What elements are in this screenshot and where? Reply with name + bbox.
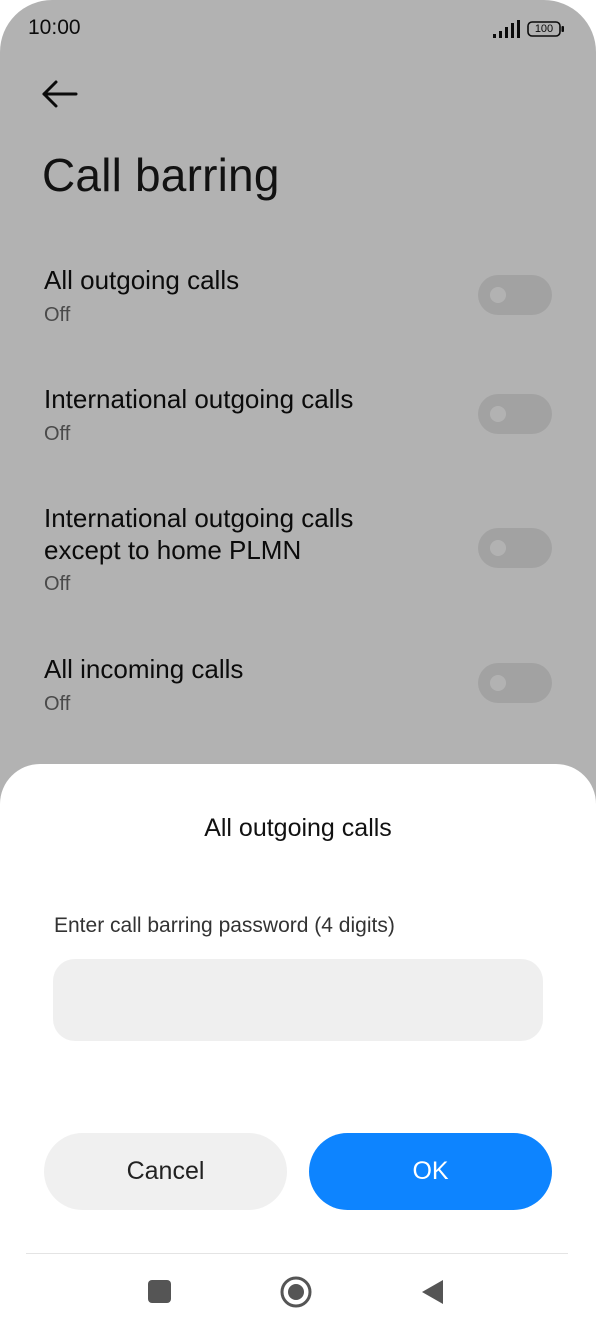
password-dialog: All outgoing calls Enter call barring pa… [0,764,596,1326]
ok-button[interactable]: OK [309,1133,552,1210]
home-circle-icon[interactable] [274,1270,318,1314]
nav-divider [26,1253,568,1254]
cancel-button[interactable]: Cancel [44,1133,287,1210]
dialog-title: All outgoing calls [204,814,392,842]
password-label: Enter call barring password (4 digits) [54,914,395,937]
password-input[interactable] [53,959,543,1041]
recents-square-icon[interactable] [138,1270,182,1314]
phone-frame: 10:00 100 Call barring All outgoing call… [0,0,596,1326]
back-triangle-icon[interactable] [410,1270,454,1314]
